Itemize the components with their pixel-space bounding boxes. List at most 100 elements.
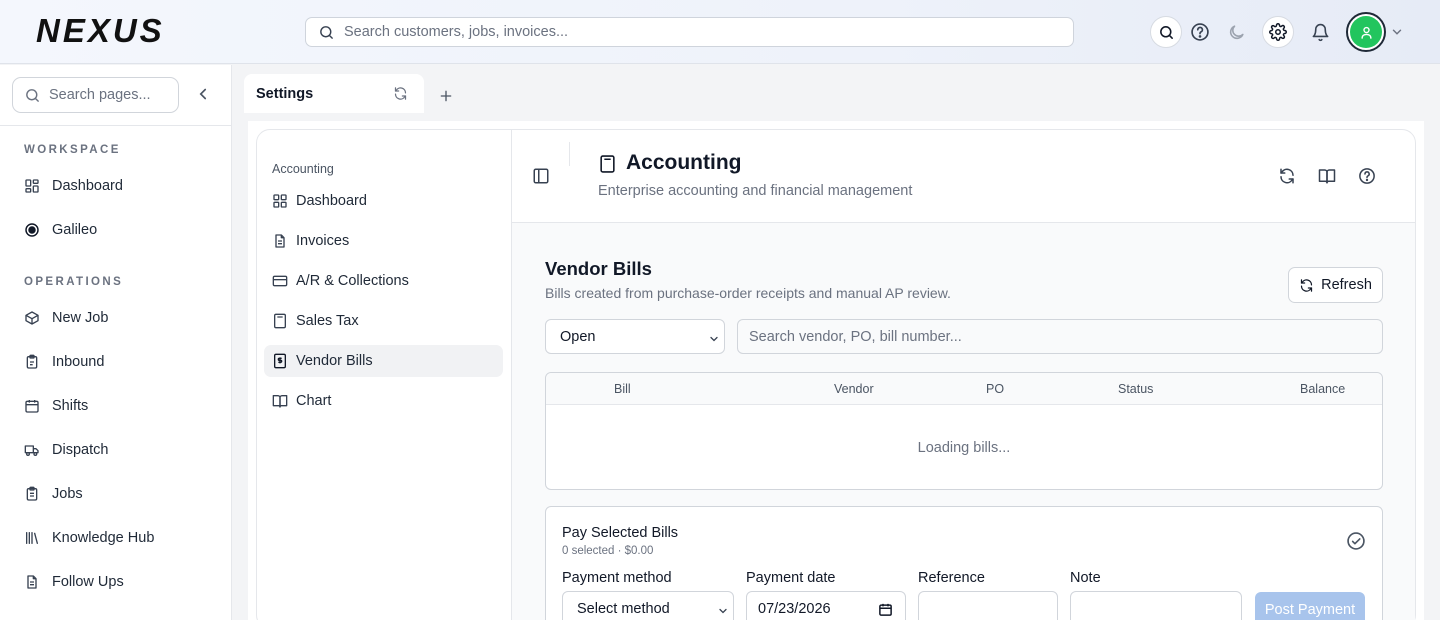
- clipboard-list-icon: [26, 486, 38, 501]
- sidebar-item-label: Dispatch: [52, 442, 109, 458]
- chevron-down-icon: [710, 336, 718, 342]
- user-menu-toggle[interactable]: [1390, 25, 1404, 39]
- column-header-bill[interactable]: Bill: [614, 382, 631, 396]
- table-loading-text: Loading bills...: [917, 440, 1011, 456]
- sidebar-item-galileo[interactable]: Galileo: [24, 218, 97, 242]
- clipboard-icon: [26, 354, 38, 369]
- subnav-item-label: Sales Tax: [296, 313, 359, 329]
- subnav-item-label: Invoices: [296, 233, 350, 249]
- pay-bills-summary: 0 selected · $0.00: [562, 545, 654, 557]
- column-header-balance[interactable]: Balance: [1300, 382, 1345, 396]
- pay-bills-title: Pay Selected Bills: [562, 525, 679, 541]
- subnav-item-ar-collections[interactable]: A/R & Collections: [264, 265, 503, 297]
- table-header: Bill Vendor PO Status Balance: [546, 373, 1382, 405]
- refresh-bills-button[interactable]: Refresh: [1288, 267, 1383, 303]
- tab-label: Settings: [256, 85, 314, 102]
- sidebar-item-dispatch[interactable]: Dispatch: [24, 438, 108, 462]
- help-icon: [1191, 23, 1209, 41]
- page-help-button[interactable]: [1358, 167, 1376, 185]
- moon-icon: [1229, 24, 1244, 39]
- sidebar-item-follow-ups[interactable]: Follow Ups: [24, 570, 124, 594]
- subnav-item-sales-tax[interactable]: Sales Tax: [264, 305, 503, 337]
- help-button[interactable]: [1184, 16, 1216, 48]
- search-button[interactable]: [1150, 16, 1182, 48]
- bill-search-placeholder: Search vendor, PO, bill number...: [749, 328, 962, 345]
- payment-date-value: 07/23/2026: [758, 601, 831, 617]
- bell-icon: [1312, 23, 1328, 41]
- calculator-icon: [598, 154, 617, 174]
- pay-status-indicator: [1346, 531, 1366, 551]
- sidebar-item-label: Knowledge Hub: [52, 530, 155, 546]
- header-divider: [569, 142, 570, 166]
- calendar-icon: [25, 400, 39, 413]
- calculator-icon: [274, 313, 286, 329]
- subnav-item-dashboard[interactable]: Dashboard: [264, 185, 503, 217]
- gear-icon: [1269, 23, 1287, 41]
- subnav-item-label: Vendor Bills: [296, 353, 373, 369]
- search-icon: [1159, 25, 1173, 39]
- receipt-icon: [274, 353, 286, 369]
- payment-method-label: Payment method: [562, 570, 672, 586]
- sidebar-item-jobs[interactable]: Jobs: [24, 482, 83, 506]
- sidebar-item-inbound[interactable]: Inbound: [24, 350, 104, 374]
- subnav-item-vendor-bills[interactable]: Vendor Bills: [264, 345, 503, 377]
- column-header-vendor[interactable]: Vendor: [834, 382, 874, 396]
- plus-icon: [440, 90, 452, 102]
- sidebar-item-dashboard[interactable]: Dashboard: [24, 174, 123, 198]
- global-search-placeholder: Search customers, jobs, invoices...: [344, 24, 569, 40]
- sidebar-item-label: Inbound: [52, 354, 105, 370]
- section-label-operations: OPERATIONS: [24, 276, 124, 288]
- refresh-icon: [1280, 168, 1294, 184]
- sidebar-item-new-job[interactable]: New Job: [24, 306, 108, 330]
- subnav-item-invoices[interactable]: Invoices: [264, 225, 503, 257]
- sidebar-item-label: Dashboard: [52, 178, 123, 194]
- post-payment-button[interactable]: Post Payment: [1255, 592, 1365, 620]
- column-header-status[interactable]: Status: [1118, 382, 1153, 396]
- chevron-down-icon: [1392, 29, 1402, 35]
- column-header-po[interactable]: PO: [986, 382, 1004, 396]
- check-circle-icon: [1347, 532, 1365, 550]
- notifications-button[interactable]: [1304, 16, 1336, 48]
- payment-method-select[interactable]: Select method: [562, 591, 734, 620]
- search-icon: [320, 25, 333, 39]
- user-avatar[interactable]: [1346, 12, 1386, 52]
- section-label-workspace: WORKSPACE: [24, 144, 121, 156]
- help-icon: [1359, 168, 1375, 184]
- sidebar-item-label: New Job: [52, 310, 109, 326]
- tab-settings[interactable]: Settings: [244, 74, 424, 113]
- chevron-left-icon: [199, 88, 207, 100]
- global-search-input[interactable]: Search customers, jobs, invoices...: [305, 17, 1074, 47]
- subnav-item-label: A/R & Collections: [296, 273, 409, 289]
- status-filter-select[interactable]: Open: [545, 319, 725, 354]
- settings-button[interactable]: [1262, 16, 1294, 48]
- subnav-item-label: Dashboard: [296, 193, 367, 209]
- sidebar-search-input[interactable]: Search pages...: [12, 77, 179, 113]
- dashboard-icon: [273, 194, 287, 208]
- status-filter-value: Open: [560, 328, 596, 345]
- payment-date-input[interactable]: 07/23/2026: [746, 591, 906, 620]
- sidebar-item-label: Jobs: [52, 486, 83, 502]
- theme-toggle-button[interactable]: [1220, 16, 1252, 48]
- page-title: Accounting: [626, 151, 742, 174]
- sidebar-search-placeholder: Search pages...: [49, 87, 151, 103]
- panel-toggle-button[interactable]: [532, 167, 550, 185]
- subnav-item-chart[interactable]: Chart: [264, 385, 503, 417]
- calendar-icon[interactable]: [878, 602, 893, 617]
- sidebar-item-shifts[interactable]: Shifts: [24, 394, 88, 418]
- docs-button[interactable]: [1318, 167, 1336, 185]
- box-icon: [25, 311, 39, 325]
- bill-search-input[interactable]: Search vendor, PO, bill number...: [737, 319, 1383, 354]
- sidebar-collapse-button[interactable]: [194, 85, 212, 103]
- dashboard-icon: [25, 179, 39, 193]
- sidebar-divider: [0, 125, 231, 126]
- tab-refresh-button[interactable]: [393, 86, 408, 101]
- note-input[interactable]: [1070, 591, 1242, 620]
- sidebar-item-knowledge-hub[interactable]: Knowledge Hub: [24, 526, 154, 550]
- sidebar-item-label: Galileo: [52, 222, 98, 238]
- page-refresh-button[interactable]: [1278, 167, 1296, 185]
- nexus-logo[interactable]: NEXUS: [36, 17, 224, 45]
- refresh-icon: [394, 87, 407, 100]
- refresh-label: Refresh: [1321, 277, 1372, 293]
- add-tab-button[interactable]: [438, 88, 454, 104]
- reference-input[interactable]: [918, 591, 1058, 620]
